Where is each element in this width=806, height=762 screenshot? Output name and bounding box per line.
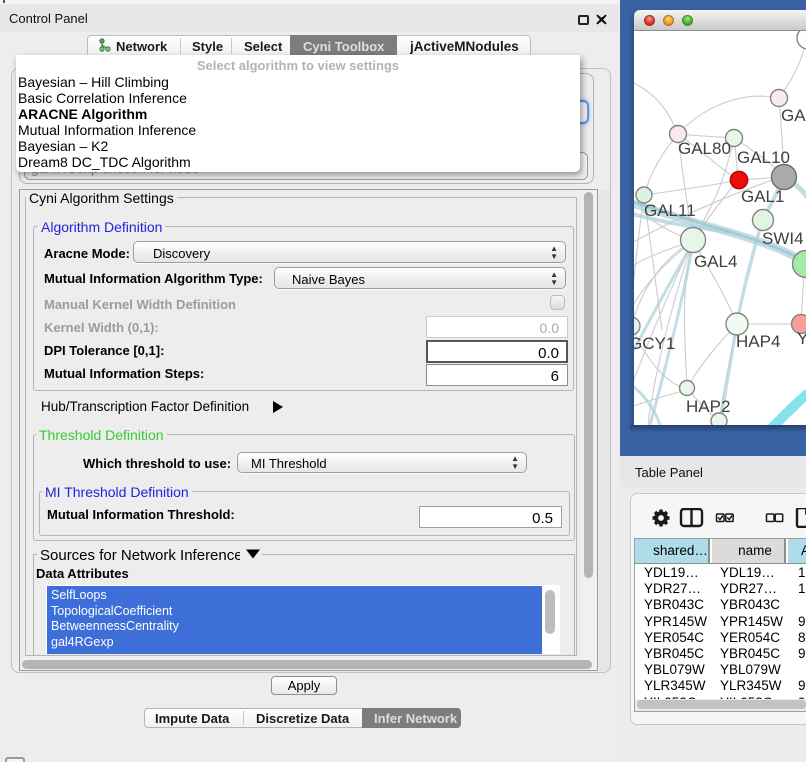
- svg-text:GAL11: GAL11: [644, 201, 696, 220]
- svg-text:GCY1: GCY1: [634, 334, 675, 353]
- svg-text:YJ: YJ: [797, 329, 806, 348]
- svg-text:GAL10: GAL10: [737, 148, 790, 167]
- svg-text:HAP4: HAP4: [736, 332, 780, 351]
- svg-text:GAL1: GAL1: [741, 187, 784, 206]
- svg-text:GAL4: GAL4: [694, 252, 737, 271]
- svg-text:GAL80: GAL80: [678, 139, 731, 158]
- svg-text:GAL7: GAL7: [781, 106, 806, 125]
- svg-text:SWI4: SWI4: [762, 229, 804, 248]
- svg-text:HAP2: HAP2: [686, 397, 730, 416]
